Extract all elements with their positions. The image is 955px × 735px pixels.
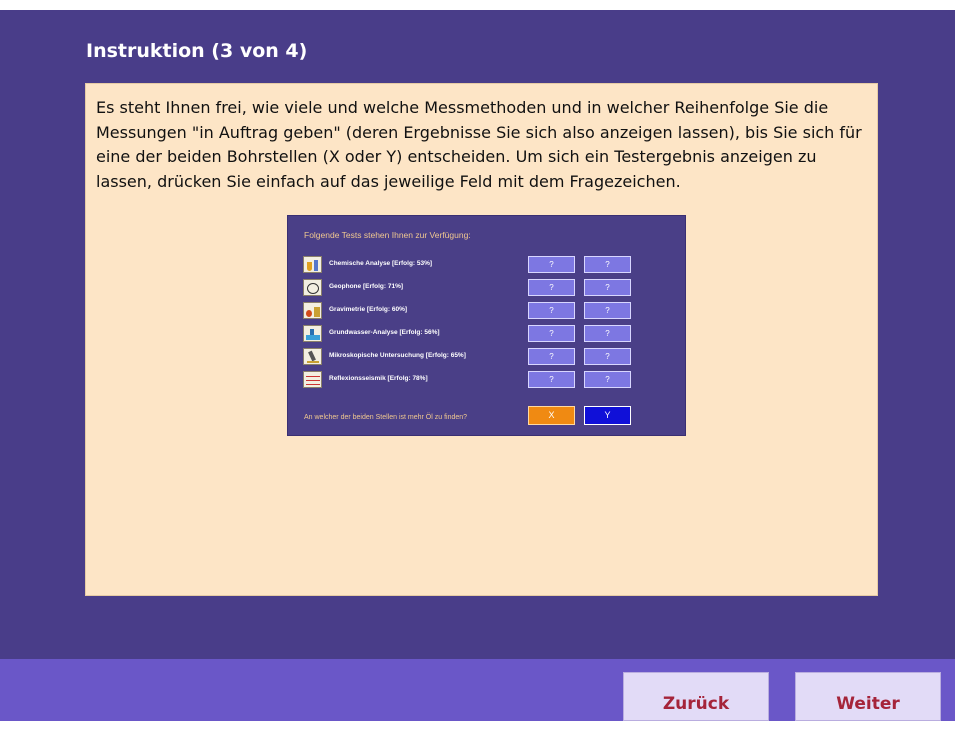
test-x-button[interactable]: ? (528, 371, 575, 388)
test-y-button[interactable]: ? (584, 256, 631, 273)
choose-x-button[interactable]: X (528, 406, 575, 425)
groundwater-icon (303, 325, 322, 342)
test-y-button[interactable]: ? (584, 348, 631, 365)
test-label: Mikroskopische Untersuchung [Erfolg: 65%… (329, 352, 466, 359)
test-x-button[interactable]: ? (528, 302, 575, 319)
test-y-button[interactable]: ? (584, 279, 631, 296)
seismic-icon (303, 371, 322, 388)
test-row-microscope: Mikroskopische Untersuchung [Erfolg: 65%… (303, 348, 673, 366)
test-row-seismic: Reflexionsseismik [Erfolg: 78%] ? ? (303, 371, 673, 389)
test-row-gravimetry: Gravimetrie [Erfolg: 60%] ? ? (303, 302, 673, 320)
microscope-icon (303, 348, 322, 365)
test-label: Reflexionsseismik [Erfolg: 78%] (329, 375, 428, 382)
test-row-geophone: Geophone [Erfolg: 71%] ? ? (303, 279, 673, 297)
example-header: Folgende Tests stehen Ihnen zur Verfügun… (304, 230, 471, 240)
decision-question: An welcher der beiden Stellen ist mehr Ö… (304, 414, 468, 421)
test-y-button[interactable]: ? (584, 371, 631, 388)
test-x-button[interactable]: ? (528, 279, 575, 296)
test-y-button[interactable]: ? (584, 325, 631, 342)
next-button[interactable]: Weiter (795, 672, 941, 721)
test-row-chemistry: Chemische Analyse [Erfolg: 53%] ? ? (303, 256, 673, 274)
gravimetry-icon (303, 302, 322, 319)
test-x-button[interactable]: ? (528, 348, 575, 365)
test-label: Gravimetrie [Erfolg: 60%] (329, 306, 408, 313)
test-label: Chemische Analyse [Erfolg: 53%] (329, 260, 433, 267)
chemistry-icon (303, 256, 322, 273)
test-x-button[interactable]: ? (528, 256, 575, 273)
page-title: Instruktion (3 von 4) (86, 40, 308, 62)
test-row-groundwater: Grundwasser-Analyse [Erfolg: 56%] ? ? (303, 325, 673, 343)
geophone-icon (303, 279, 322, 296)
back-button[interactable]: Zurück (623, 672, 769, 721)
test-label: Grundwasser-Analyse [Erfolg: 56%] (329, 329, 440, 336)
example-screenshot: Folgende Tests stehen Ihnen zur Verfügun… (287, 215, 686, 436)
test-label: Geophone [Erfolg: 71%] (329, 283, 404, 290)
instruction-text: Es steht Ihnen frei, wie viele und welch… (96, 98, 862, 191)
instruction-panel: Es steht Ihnen frei, wie viele und welch… (85, 83, 878, 596)
test-y-button[interactable]: ? (584, 302, 631, 319)
test-x-button[interactable]: ? (528, 325, 575, 342)
choose-y-button[interactable]: Y (584, 406, 631, 425)
